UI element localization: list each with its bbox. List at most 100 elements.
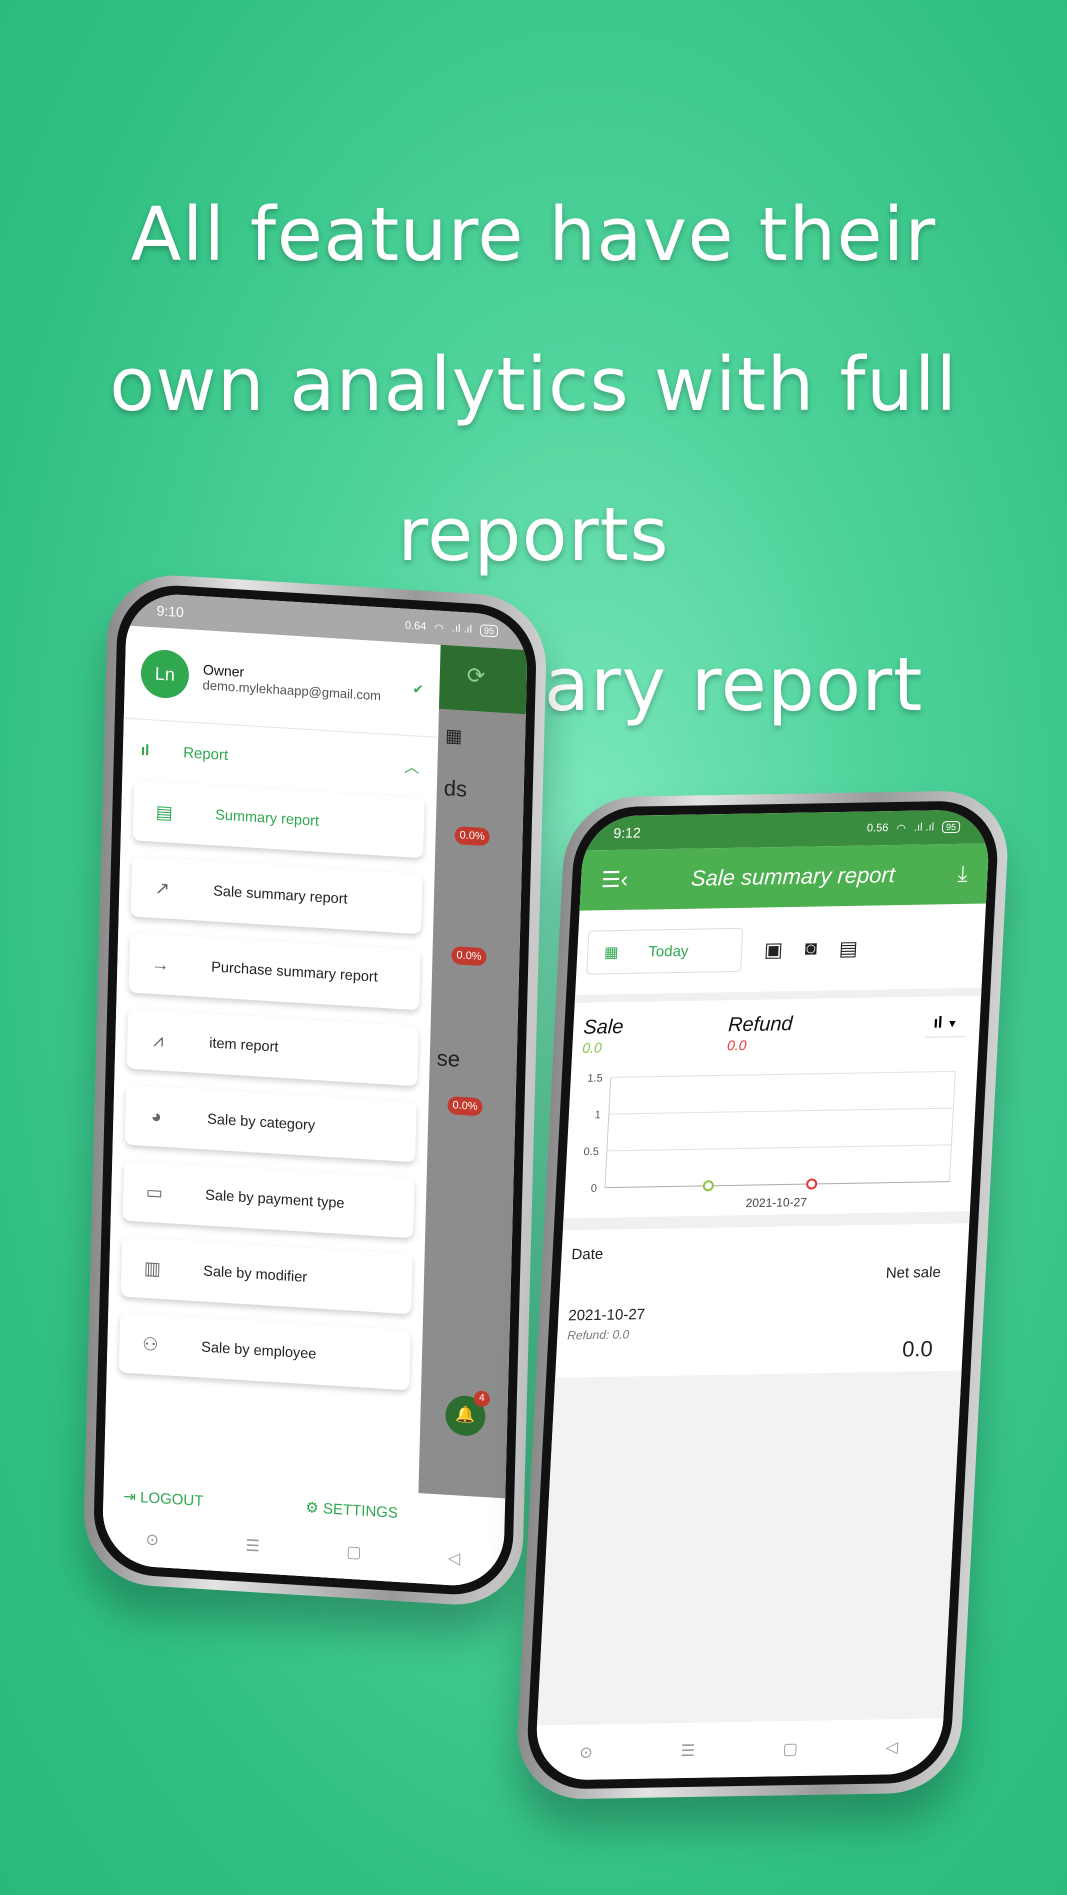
row-date: 2021-10-27 (567, 1306, 646, 1325)
y-tick-label: 1 (594, 1109, 601, 1121)
status-speed: 0.64 (404, 619, 427, 633)
menu-label: Purchase summary report (211, 959, 378, 986)
x-tick-label: 2021-10-27 (745, 1195, 807, 1210)
recents-icon[interactable]: ☰ (680, 1740, 695, 1760)
trending-up-icon: ↗ (154, 877, 171, 899)
gridline (604, 1181, 950, 1189)
calendar-icon: ▦ (603, 944, 619, 962)
system-nav-bar: ⊙ ☰ ▢ ◁ (534, 1718, 944, 1781)
y-tick-label: 0 (591, 1183, 598, 1195)
dropdown-arrow-icon: ▼ (946, 1018, 959, 1031)
navigation-drawer: Ln Owner demo.mylekhaapp@gmail.com ✔ ıl Re… (101, 625, 441, 1584)
logout-icon: ⇥ (123, 1488, 141, 1507)
home-icon[interactable]: ▢ (782, 1738, 798, 1758)
empty-area (536, 1370, 962, 1726)
back-icon[interactable]: ◁ (885, 1737, 898, 1757)
app-bar: ☰‹ Sale summary report ⤓ (579, 843, 990, 911)
settings-button[interactable]: ⚙ SETTINGS (305, 1498, 398, 1522)
logout-button[interactable]: ⇥ LOGOUT (123, 1487, 203, 1510)
store-icon: ▦ (444, 725, 463, 747)
menu-item-sale-by-employee[interactable]: ⚇ Sale by employee (118, 1312, 411, 1391)
gridline (610, 1070, 956, 1078)
report-label: Report (182, 744, 229, 765)
menu-item-sale-by-modifier[interactable]: ▥ Sale by modifier (120, 1236, 413, 1315)
gridline (608, 1107, 954, 1115)
system-nav-bar: ⊙ ☰ ▢ ◁ (101, 1508, 505, 1589)
gridline (606, 1144, 952, 1152)
phone-right: 9:12 0.56 ◠ .ıl .ıl 95 ☰‹ Sale summary repo… (514, 789, 1011, 1801)
menu-label: Sale by category (207, 1111, 316, 1135)
chart-type-dropdown[interactable]: ıl ▼ (924, 1010, 967, 1038)
battery-icon: 95 (941, 820, 961, 834)
column-date: Date (571, 1245, 604, 1264)
page-title: Sale summary report (690, 862, 896, 891)
back-icon[interactable]: ◁ (448, 1547, 461, 1568)
card-title-fragment: se (436, 1045, 461, 1072)
headline-line-2: own analytics with full reports (109, 342, 958, 578)
headline-line-1: All feature have their (130, 192, 937, 278)
data-point-sale (702, 1180, 714, 1192)
home-icon[interactable]: ▢ (346, 1541, 362, 1562)
status-time: 9:10 (156, 602, 185, 621)
sale-value: 0.0 (581, 1039, 603, 1056)
gear-icon: ⚙ (305, 1499, 324, 1518)
row-refund: Refund: 0.0 (566, 1327, 630, 1343)
y-tick-label: 0.5 (583, 1146, 599, 1158)
menu-label: Sale by employee (201, 1339, 317, 1363)
battery-icon: 95 (479, 624, 499, 638)
percent-badge: 0.0% (454, 826, 490, 847)
pie-chart-icon: ◕ (150, 1105, 163, 1127)
area-chart-icon: ⩘ (153, 1029, 164, 1051)
chart-right-border (949, 1071, 956, 1182)
assist-icon[interactable]: ⊙ (145, 1529, 159, 1550)
table-row[interactable]: 2021-10-27 Refund: 0.0 0.0 (566, 1301, 955, 1362)
menu-item-item-report[interactable]: ⩘ item report (126, 1008, 419, 1087)
card-title-fragment: ds (443, 775, 468, 802)
recents-icon[interactable]: ☰ (245, 1535, 260, 1556)
sync-icon: ⟳ (466, 662, 486, 689)
wifi-icon: ◠ (434, 621, 445, 635)
document-icon: ▤ (155, 801, 174, 823)
bar-chart-icon: ıl (140, 741, 150, 760)
row-net-sale: 0.0 (901, 1336, 934, 1362)
menu-item-sale-by-category[interactable]: ◕ Sale by category (124, 1084, 417, 1163)
menu-label: Sale by modifier (203, 1263, 308, 1286)
menu-label: item report (209, 1035, 279, 1056)
chevron-up-icon: ︿ (404, 758, 420, 777)
date-filter-label: Today (647, 942, 689, 961)
refund-value: 0.0 (726, 1036, 748, 1054)
store-icon[interactable]: ▤ (838, 935, 858, 960)
person-check-icon: ⚇ (142, 1333, 159, 1355)
menu-item-sale-summary-report[interactable]: ↗ Sale summary report (130, 856, 423, 935)
verified-icon: ✔ (412, 681, 424, 697)
y-axis (604, 1077, 612, 1188)
menu-item-sale-by-payment-type[interactable]: ▭ Sale by payment type (122, 1160, 415, 1239)
status-speed: 0.56 (866, 822, 889, 835)
employee-icon[interactable]: ◙ (804, 937, 817, 960)
menu-item-purchase-summary-report[interactable]: → Purchase summary report (128, 932, 421, 1011)
sales-table: Date Net sale 2021-10-27 Refund: 0.0 0.0 (554, 1211, 970, 1394)
signal-icon: .ıl .ıl (913, 821, 935, 834)
download-icon[interactable]: ⤓ (957, 861, 968, 887)
y-tick-label: 1.5 (587, 1072, 603, 1084)
percent-badge: 0.0% (447, 1096, 483, 1117)
menu-label: Sale by payment type (205, 1187, 345, 1213)
menu-label: Summary report (215, 807, 320, 830)
app-logo: Ln (140, 648, 190, 700)
date-filter-button[interactable]: ▦ Today (586, 927, 744, 975)
customer-card-icon[interactable]: ▣ (763, 937, 783, 962)
sale-refund-chart: 1.5 1 0.5 0 2021-10-27 (583, 1070, 956, 1210)
wifi-icon: ◠ (895, 822, 907, 835)
credit-card-icon: ▭ (145, 1181, 164, 1203)
arrow-right-icon: → (151, 953, 170, 975)
settings-label: SETTINGS (322, 1500, 399, 1522)
logout-label: LOGOUT (139, 1489, 204, 1510)
menu-label: Sale summary report (213, 883, 348, 908)
sale-label: Sale (582, 1016, 624, 1039)
column-net-sale: Net sale (885, 1263, 942, 1282)
bar-chart-box-icon: ▥ (143, 1257, 162, 1279)
menu-collapse-icon[interactable]: ☰‹ (600, 867, 628, 894)
assist-icon[interactable]: ⊙ (579, 1742, 593, 1762)
refund-label: Refund (727, 1013, 794, 1037)
status-time: 9:12 (613, 824, 642, 841)
